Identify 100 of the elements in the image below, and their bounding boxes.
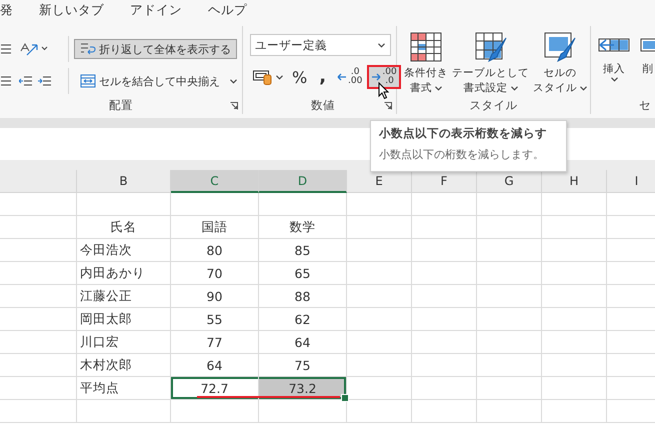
merge-cells-icon [80, 73, 96, 89]
ribbon-tab[interactable]: 発 [0, 2, 13, 18]
table-cell: 90 [171, 285, 259, 308]
group-label: セ [638, 97, 652, 114]
table-cell [477, 308, 542, 331]
increase-indent-icon[interactable] [38, 75, 52, 87]
table-cell [412, 216, 477, 239]
merge-center-button[interactable]: セルを結合して中央揃え [74, 71, 243, 91]
caret-icon [276, 74, 283, 80]
table-cell: 77 [171, 331, 259, 354]
table-cell: 江藤公正 [77, 285, 171, 308]
table-cell [477, 262, 542, 285]
table-cell: 内田あかり [77, 262, 171, 285]
increase-decimal-button[interactable]: .0 .00 [334, 65, 366, 89]
cell-style-brush-icon [544, 32, 576, 62]
table-cell: 88 [259, 285, 347, 308]
align-left-icon[interactable] [0, 43, 14, 55]
table-cell [347, 216, 412, 239]
arrow-icon [337, 73, 348, 81]
table-cell [477, 285, 542, 308]
column-header[interactable]: C [171, 170, 259, 193]
align-icon[interactable] [0, 75, 14, 87]
decrease-indent-icon[interactable] [19, 75, 33, 87]
table-cell [477, 354, 542, 377]
group-label: 数値 [310, 97, 336, 114]
ribbon-tab[interactable]: 新しいタブ [39, 2, 104, 18]
table-cell [412, 308, 477, 331]
table-cell [412, 239, 477, 262]
table-cell [412, 400, 477, 423]
table-cell [542, 262, 607, 285]
banknote-icon [253, 69, 273, 85]
table-cell: 岡田太郎 [77, 308, 171, 331]
table-cell: 55 [171, 308, 259, 331]
dialog-launcher-icon[interactable] [384, 102, 392, 110]
table-cell [412, 331, 477, 354]
table-cell [347, 354, 412, 377]
table-cell: 数学 [259, 216, 347, 239]
column-header[interactable]: I [607, 170, 655, 193]
style-button[interactable]: 条件付き 書式 [403, 32, 449, 96]
table-cell [347, 239, 412, 262]
table-cell: 氏名 [77, 216, 171, 239]
table-cell [347, 285, 412, 308]
table-cell [542, 331, 607, 354]
table-cell: 64 [259, 331, 347, 354]
table-cell: 80 [171, 239, 259, 262]
percent-button[interactable]: % [288, 65, 312, 89]
style-button[interactable]: セルの スタイル [532, 32, 588, 96]
table-cell: 72.7 [171, 377, 259, 400]
text-orientation-icon[interactable] [19, 41, 49, 57]
table-cell [542, 216, 607, 239]
cells-button[interactable]: 挿入 [597, 32, 631, 96]
caret-icon [610, 77, 618, 82]
table-cell [477, 377, 542, 400]
table-cell [477, 331, 542, 354]
table-cell: 70 [171, 262, 259, 285]
group-label: 配置 [108, 97, 134, 114]
table-cell [412, 377, 477, 400]
wrap-text-icon [80, 41, 96, 57]
table-cell: 今田浩次 [77, 239, 171, 262]
table-cell: 65 [259, 262, 347, 285]
group-label: スタイル [468, 97, 518, 114]
table-cell [347, 400, 412, 423]
dialog-launcher-icon[interactable] [230, 102, 238, 110]
ribbon-tab[interactable]: アドイン [130, 2, 182, 18]
table-cell [347, 262, 412, 285]
decrease-decimal-button[interactable]: .00 .0 [367, 65, 401, 89]
table-cell [477, 216, 542, 239]
table-cell [347, 377, 412, 400]
cells-button[interactable]: 削 [639, 32, 655, 96]
table-cell [347, 308, 412, 331]
wrap-text-button[interactable]: 折り返して全体を表示する [74, 39, 237, 59]
comma-style-button[interactable]: , [313, 65, 332, 89]
table-cell [542, 193, 607, 216]
table-cell [477, 193, 542, 216]
table-cell [542, 239, 607, 262]
table-cell [412, 262, 477, 285]
conditional-format-icon [410, 32, 442, 62]
table-cell [542, 354, 607, 377]
tooltip-description: 小数点以下の桁数を減らします。 [379, 147, 545, 162]
table-cell [542, 285, 607, 308]
table-cell [412, 354, 477, 377]
table-cell [542, 377, 607, 400]
style-button[interactable]: テーブルとして 書式設定 [451, 32, 530, 96]
fill-handle[interactable] [341, 394, 349, 402]
table-cell [542, 400, 607, 423]
table-cell [412, 193, 477, 216]
tooltip-title: 小数点以下の表示桁数を減らす [379, 126, 548, 141]
table-cell: 85 [259, 239, 347, 262]
caret-icon [230, 78, 237, 84]
table-cell [477, 400, 542, 423]
caret-icon [435, 86, 442, 91]
column-header[interactable]: D [259, 170, 347, 193]
table-brush-icon [474, 32, 506, 62]
table-cell: 73.2 [259, 377, 347, 400]
ribbon-tab[interactable]: ヘルプ [208, 2, 247, 18]
caret-icon [580, 86, 587, 91]
number-format-dropdown[interactable]: ユーザー定義 [250, 34, 391, 56]
table-cell [412, 285, 477, 308]
table-cell: 川口宏 [77, 331, 171, 354]
mouse-pointer-icon [378, 82, 390, 100]
